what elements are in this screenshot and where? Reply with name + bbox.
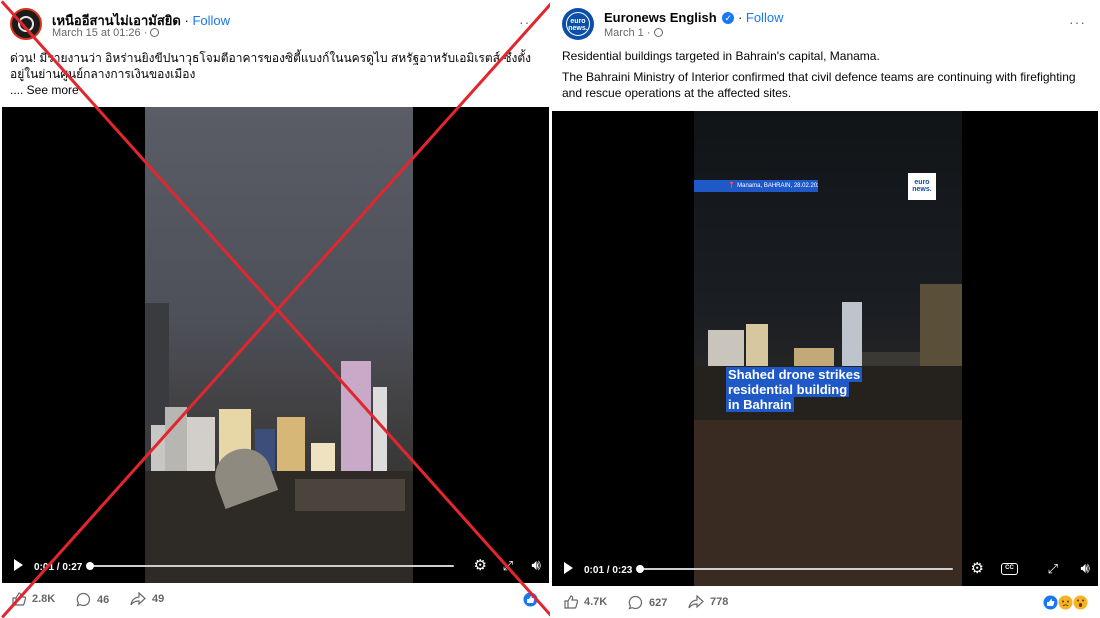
follow-button[interactable]: Follow (192, 13, 230, 28)
share-stat[interactable]: 778 (688, 595, 728, 609)
video-controls: 0:01 / 0:27 ⚙ ⤢ 🔊︎ (2, 549, 549, 583)
settings-icon[interactable]: ⚙ (474, 558, 487, 574)
like-icon (564, 595, 578, 609)
like-count: 4.7K (584, 596, 608, 608)
caption-text: The Bahraini Ministry of Interior confir… (562, 70, 1076, 100)
comment-stat[interactable]: 627 (628, 595, 667, 610)
post-header: เหนืออีสานไม่เอามัสยิด · Follow March 15… (10, 8, 540, 44)
follow-button[interactable]: Follow (746, 10, 784, 25)
post-date[interactable]: March 15 at 01:26 · (52, 27, 147, 39)
fullscreen-icon[interactable]: ⤢ (1048, 561, 1058, 577)
sad-reaction-icon (1058, 595, 1073, 610)
share-icon (130, 592, 146, 606)
globe-icon (653, 28, 663, 37)
comment-stat[interactable]: 46 (76, 592, 109, 607)
video-progress-knob[interactable] (636, 565, 644, 573)
settings-icon[interactable]: ⚙ (971, 561, 984, 577)
share-count: 49 (152, 593, 165, 605)
volume-icon[interactable]: 🔊︎ (1081, 561, 1090, 577)
video-progress-knob[interactable] (86, 562, 94, 570)
video-frame (145, 107, 413, 583)
wow-reaction-icon (1073, 595, 1088, 610)
share-icon (688, 595, 704, 609)
page-name-text[interactable]: เหนืออีสานไม่เอามัสยิด (52, 13, 181, 28)
caption-text: Residential buildings targeted in Bahrai… (562, 49, 880, 63)
post-header: euro news. Euronews English ✓ · Follow Ma… (562, 8, 1090, 44)
captions-icon[interactable]: CC (1001, 563, 1018, 575)
post-caption: Residential buildings targeted in Bahrai… (562, 48, 1088, 101)
volume-icon[interactable]: 🔊︎ (532, 558, 541, 574)
post-caption: ด่วน! มีรายงานว่า อิหร่านยิงขีปนาวุธโจมต… (10, 50, 538, 98)
comment-count: 627 (649, 596, 668, 609)
share-count: 778 (710, 596, 729, 608)
play-icon[interactable] (14, 559, 23, 571)
globe-icon (150, 28, 160, 37)
like-stat[interactable]: 4.7K (564, 595, 607, 609)
verified-badge-icon: ✓ (722, 12, 735, 24)
video-player[interactable]: 0:01 / 0:27 ⚙ ⤢ 🔊︎ (2, 107, 549, 583)
more-options-icon[interactable]: ··· (1069, 14, 1086, 30)
video-headline: Shahed drone strikes residential buildin… (726, 367, 863, 412)
post-meta: March 15 at 01:26 · (52, 27, 160, 39)
video-progress-track[interactable] (90, 565, 454, 567)
post-right: euro news. Euronews English ✓ · Follow Ma… (552, 0, 1100, 618)
video-player[interactable]: 📍 Manama, BAHRAIN, 28.02.2026 euro news. … (552, 111, 1098, 586)
avatar[interactable]: euro news. (562, 8, 594, 40)
euronews-bug-icon: euro news. (908, 173, 936, 200)
video-frame: 📍 Manama, BAHRAIN, 28.02.2026 euro news. … (694, 111, 962, 586)
reaction-summary[interactable] (1043, 595, 1088, 610)
page-name[interactable]: Euronews English ✓ · Follow (604, 10, 783, 25)
post-stats: 4.7K 627 778 (564, 595, 1088, 615)
caption-text: ด่วน! มีรายงานว่า อิหร่านยิงขีปนาวุธโจมต… (10, 51, 531, 81)
like-reaction-icon (1043, 595, 1058, 610)
page-name-text[interactable]: Euronews English (604, 10, 717, 25)
comment-icon (628, 595, 643, 610)
post-meta: March 1 · (604, 27, 663, 39)
video-controls: 0:01 / 0:23 ⚙ CC ⤢ 🔊︎ (552, 552, 1098, 586)
video-progress-track[interactable] (640, 568, 953, 570)
post-left: เหนืออีสานไม่เอามัสยิด · Follow March 15… (0, 0, 550, 618)
see-more-link[interactable]: .... See more (10, 82, 538, 98)
comment-count: 46 (97, 593, 110, 606)
euronews-logo-icon: euro news. (566, 12, 590, 36)
comment-icon (76, 592, 91, 607)
post-date[interactable]: March 1 · (604, 27, 650, 39)
like-count: 2.8K (32, 593, 56, 605)
post-stats: 2.8K 46 49 (12, 592, 538, 612)
video-dateline: 📍 Manama, BAHRAIN, 28.02.2026 (694, 180, 818, 192)
video-time: 0:01 / 0:23 (584, 565, 633, 576)
play-icon[interactable] (564, 562, 573, 574)
share-stat[interactable]: 49 (130, 592, 164, 606)
